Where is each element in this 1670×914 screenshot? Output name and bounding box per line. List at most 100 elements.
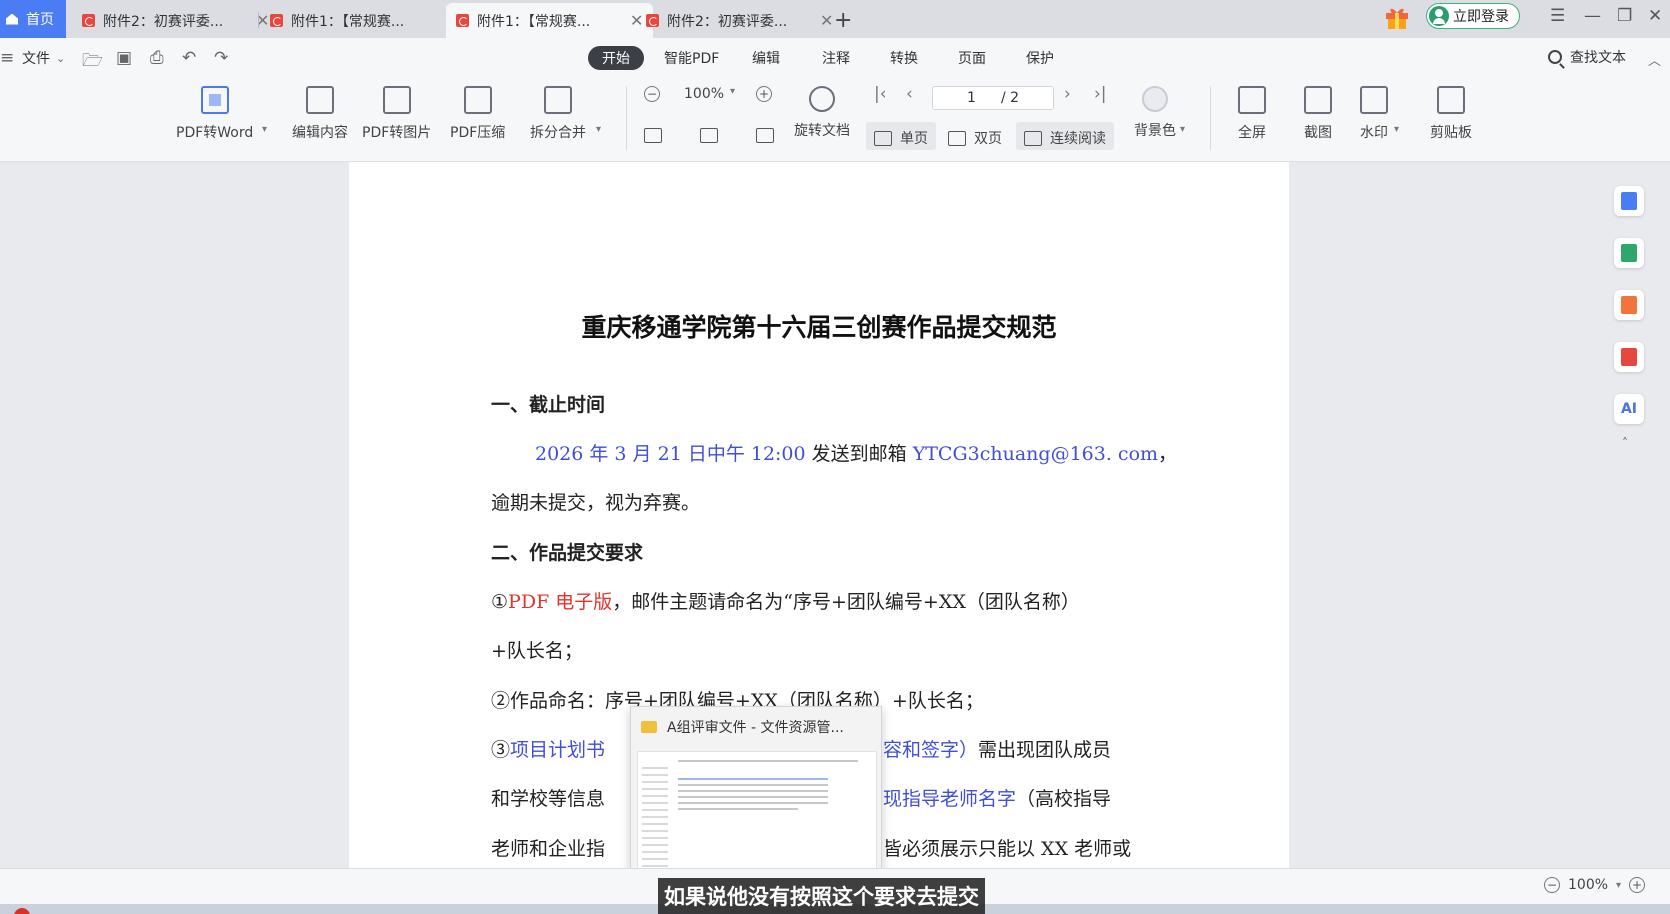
watermark-button[interactable]: 水印 — [1360, 86, 1388, 142]
tab-convert[interactable]: 转换 — [890, 48, 918, 68]
fit-page-icon[interactable] — [756, 128, 782, 143]
rotate-document-button[interactable]: 旋转文档 — [794, 86, 850, 140]
screenshot-button[interactable]: 截图 — [1304, 86, 1332, 142]
zoom-level[interactable]: 100% — [684, 86, 724, 102]
gift-icon[interactable] — [1384, 4, 1410, 30]
ppt-convert-icon[interactable] — [1614, 290, 1644, 320]
chevron-down-icon[interactable]: ▾ — [1616, 880, 1621, 891]
bg-color-label: 背景色 — [1134, 123, 1176, 139]
find-text-label: 查找文本 — [1570, 50, 1626, 66]
close-window-icon[interactable]: ✕ — [1648, 6, 1662, 26]
chevron-down-icon[interactable]: ▾ — [262, 124, 267, 135]
thumbnail-row — [678, 796, 828, 798]
pdf-compress-button[interactable]: PDF压缩 — [450, 86, 505, 142]
tab-protect[interactable]: 保护 — [1026, 48, 1054, 68]
close-icon[interactable]: ✕ — [820, 11, 833, 30]
zoom-in-icon[interactable]: + — [756, 86, 772, 102]
tab-document[interactable]: 附件2：初赛评委... ✕ — [72, 3, 279, 38]
thumbnail-row — [678, 808, 798, 810]
tool-label: PDF转图片 — [362, 125, 432, 141]
edit-content-button[interactable]: 编辑内容 — [292, 86, 348, 142]
redo-icon[interactable]: ↷ — [214, 48, 228, 68]
collapse-panel-icon[interactable]: ˄ — [1622, 436, 1628, 450]
compress-icon — [463, 86, 492, 114]
popup-title-text: A组评审文件 - 文件资源管... — [667, 720, 844, 736]
background-color-button[interactable]: 背景色 — [1134, 86, 1176, 140]
print-icon[interactable]: ⎙ — [150, 48, 164, 68]
thumbnail-row — [678, 790, 828, 792]
single-page-button[interactable]: 单页 — [874, 128, 928, 148]
paragraph-text: ，邮件主题请命名为“序号+团队编号+XX（团队名称） — [612, 591, 1080, 613]
tab-start[interactable]: 开始 — [588, 46, 644, 70]
tab-smart-pdf[interactable]: 智能PDF — [664, 48, 719, 68]
zoom-in-icon[interactable]: + — [1629, 877, 1646, 893]
hamburger-icon[interactable]: ≡ — [0, 48, 14, 68]
fit-width-icon[interactable] — [700, 128, 726, 143]
chevron-up-icon[interactable]: ︿ — [1648, 50, 1661, 69]
find-text-button[interactable]: 查找文本 — [1548, 47, 1626, 67]
thumbnail-row — [678, 778, 828, 780]
minimize-icon[interactable]: — — [1584, 6, 1601, 26]
word-convert-icon[interactable] — [1614, 186, 1644, 216]
save-icon[interactable]: ▣ — [116, 48, 132, 68]
new-tab-button[interactable]: + — [834, 8, 852, 33]
restore-icon[interactable]: ❐ — [1617, 6, 1632, 26]
last-page-icon[interactable]: ›| — [1094, 84, 1107, 104]
login-button[interactable]: 立即登录 — [1426, 3, 1520, 29]
paragraph-text: 需出现团队成员 — [978, 739, 1112, 761]
page-number-input[interactable]: 1 / 2 — [932, 86, 1054, 110]
toolbar-divider — [1210, 86, 1211, 150]
continuous-reading-button[interactable]: 连续阅读 — [1024, 128, 1106, 148]
fullscreen-button[interactable]: 全屏 — [1238, 86, 1266, 142]
split-merge-button[interactable]: 拆分合并 — [530, 86, 586, 142]
paragraph: 2026 年 3 月 21 日中午 12:00 发送到邮箱 YTCG3chuan… — [535, 439, 1177, 466]
double-page-button[interactable]: 双页 — [948, 128, 1002, 148]
undo-icon[interactable]: ↶ — [182, 48, 196, 68]
excel-convert-icon[interactable] — [1614, 238, 1644, 268]
ai-assistant-icon[interactable]: AI — [1614, 394, 1644, 424]
chevron-down-icon[interactable]: ⌄ — [56, 52, 65, 65]
chevron-down-icon[interactable]: ▾ — [596, 124, 601, 135]
tab-annotate[interactable]: 注释 — [822, 48, 850, 68]
double-page-icon — [948, 130, 966, 146]
rotate-label: 旋转文档 — [794, 123, 850, 139]
file-menu[interactable]: 文件 — [22, 48, 50, 68]
tab-document-active[interactable]: 附件1：【常规赛... ✕ — [446, 3, 654, 38]
prev-page-icon[interactable]: ‹ — [906, 84, 913, 104]
pdf-icon — [270, 14, 283, 27]
tab-edit[interactable]: 编辑 — [752, 48, 780, 68]
status-zoom-level[interactable]: 100% — [1568, 877, 1608, 893]
chevron-down-icon[interactable]: ▾ — [1394, 124, 1399, 135]
highlight-text: 项目计划书 — [510, 739, 606, 761]
menu-bar: ≡ 文件 ⌄ 🗁 ▣ ⎙ ↶ ↷ 开始 智能PDF 编辑 注释 转换 页面 保护… — [0, 38, 1670, 78]
tab-document[interactable]: 附件1：【常规赛... ✕ — [260, 3, 467, 38]
window-preview-popup[interactable]: A组评审文件 - 文件资源管... — [630, 706, 882, 884]
open-folder-icon[interactable]: 🗁 — [82, 48, 103, 77]
tab-document[interactable]: 附件2：初赛评委... ✕ — [636, 3, 843, 38]
paragraph: 现指导老师名字（高校指导 — [883, 784, 1111, 811]
paragraph: 和学校等信息 — [491, 788, 606, 810]
paragraph-text: 发送到邮箱 — [805, 443, 913, 465]
chevron-down-icon[interactable]: ▾ — [730, 86, 735, 97]
tab-home[interactable]: 首页 — [0, 0, 66, 38]
actual-size-icon[interactable] — [644, 128, 670, 143]
pdf-to-word-button[interactable]: PDF转Word — [176, 86, 253, 142]
menu-icon[interactable]: ☰ — [1550, 6, 1565, 26]
pdf-icon — [456, 14, 469, 27]
next-page-icon[interactable]: › — [1064, 84, 1071, 104]
chevron-down-icon[interactable]: ▾ — [1180, 124, 1185, 135]
tab-home-label: 首页 — [26, 12, 54, 28]
clipboard-button[interactable]: 剪贴板 — [1430, 86, 1472, 142]
pdf-edit-icon[interactable] — [1614, 342, 1644, 372]
pdf-to-image-button[interactable]: PDF转图片 — [362, 86, 431, 142]
first-page-icon[interactable]: |‹ — [874, 84, 887, 104]
zoom-out-icon[interactable]: − — [1544, 877, 1560, 893]
continuous-icon — [1024, 130, 1042, 146]
background-color-icon — [1142, 86, 1168, 112]
zoom-out-icon[interactable]: − — [644, 86, 660, 102]
single-page-label: 单页 — [900, 131, 928, 147]
email-link[interactable]: YTCG3chuang@163. com — [913, 443, 1158, 465]
tab-page[interactable]: 页面 — [958, 48, 986, 68]
tab-label: 附件2：初赛评委... — [103, 13, 224, 30]
video-subtitle: 如果说他没有按照这个要求去提交 — [658, 878, 985, 914]
